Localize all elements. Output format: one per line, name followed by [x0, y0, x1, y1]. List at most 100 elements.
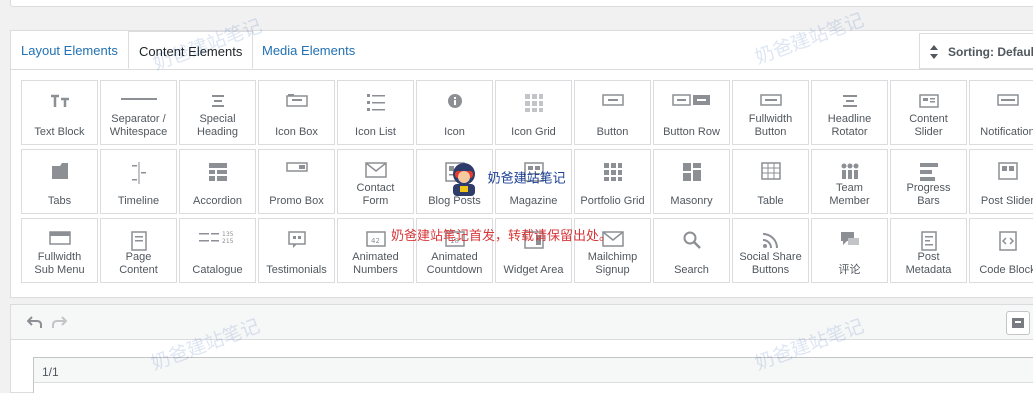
promo-box-icon — [259, 162, 334, 180]
element-tile[interactable]: Tabs — [21, 149, 98, 214]
element-tile[interactable]: Fullwidth Sub Menu — [21, 218, 98, 283]
notification-icon — [970, 93, 1033, 111]
element-tile[interactable]: Table — [732, 149, 809, 214]
fullwidth-button-icon — [733, 93, 808, 111]
tabs-icon — [22, 162, 97, 180]
element-tile[interactable]: Special Heading — [179, 80, 256, 145]
element-tile[interactable]: Promo Box — [258, 149, 335, 214]
envelope-icon — [338, 162, 413, 180]
element-tile-label: Mailchimp Signup — [587, 251, 638, 276]
top-panel-edge — [10, 0, 1033, 7]
element-tile[interactable]: Headline Rotator — [811, 80, 888, 145]
element-tile-label: Code Block — [979, 264, 1033, 276]
content-slider-icon — [891, 93, 966, 111]
icon-box-icon — [259, 93, 334, 111]
element-tile[interactable]: Text Block — [21, 80, 98, 145]
element-tile[interactable]: Timeline — [100, 149, 177, 214]
element-tile-label: 评论 — [838, 264, 861, 276]
builder-canvas: 1/1 — [10, 304, 1033, 393]
element-tile[interactable]: Icon Box — [258, 80, 335, 145]
column-1-1[interactable]: 1/1 — [33, 357, 1033, 393]
element-tile[interactable]: Post Metadata — [890, 218, 967, 283]
element-tile[interactable]: Separator / Whitespace — [100, 80, 177, 145]
progress-bars-icon — [891, 162, 966, 181]
element-tile-label: Accordion — [193, 195, 242, 207]
element-tile[interactable]: Icon Grid — [495, 80, 572, 145]
svg-text:42: 42 — [371, 237, 380, 245]
element-tile-label: Notification — [980, 126, 1033, 138]
comments-icon — [812, 231, 887, 249]
text-block-icon — [22, 93, 97, 111]
element-tile[interactable]: Testimonials — [258, 218, 335, 283]
element-tile-label: Contact Form — [356, 182, 395, 207]
element-tile[interactable]: Content Slider — [890, 80, 967, 145]
element-tile[interactable]: Button — [574, 80, 651, 145]
element-tile[interactable]: Icon List — [337, 80, 414, 145]
button-row-icon — [654, 93, 729, 111]
sorting-label: Sorting: Default — [948, 45, 1033, 59]
element-tile-label: Widget Area — [503, 264, 564, 276]
element-tile[interactable]: Fullwidth Button — [732, 80, 809, 145]
element-tile[interactable]: Code Block — [969, 218, 1033, 283]
element-tile[interactable]: Team Member — [811, 149, 888, 214]
masonry-icon — [654, 162, 729, 181]
editor-toolbar — [11, 305, 1033, 340]
element-tile-label: Content Slider — [909, 113, 948, 138]
element-tile-label: Promo Box — [269, 195, 324, 207]
element-tile[interactable]: Contact Form — [337, 149, 414, 214]
element-tile[interactable]: Page Content — [100, 218, 177, 283]
element-tile[interactable]: 135 215 Catalogue — [179, 218, 256, 283]
sorting-dropdown[interactable]: Sorting: Default — [919, 33, 1033, 69]
element-tile-label: Separator / Whitespace — [109, 113, 168, 138]
element-tile-label: Animated Numbers — [352, 251, 399, 276]
catalogue-icon: 135 215 — [180, 231, 255, 249]
column-size-label: 1/1 — [34, 358, 1033, 383]
element-tile[interactable]: Button Row — [653, 80, 730, 145]
tab-layout-elements[interactable]: Layout Elements — [21, 31, 118, 69]
element-tile-label: Timeline — [117, 195, 160, 207]
element-tile[interactable]: Progress Bars — [890, 149, 967, 214]
icon-grid-icon — [496, 93, 571, 112]
save-icon — [1012, 318, 1024, 328]
element-tile-label: Special Heading — [197, 113, 238, 138]
element-tile-label: Catalogue — [192, 264, 243, 276]
element-tile-label: Table — [757, 195, 784, 207]
template-save-button[interactable] — [1006, 311, 1030, 335]
element-tile-label: Page Content — [119, 251, 158, 276]
element-tile-label: Button — [596, 126, 629, 138]
element-tile-label: Fullwidth Button — [748, 113, 793, 138]
element-tile[interactable]: Masonry — [653, 149, 730, 214]
element-tile[interactable]: Search — [653, 218, 730, 283]
element-tabs: Layout Elements Content Elements Media E… — [11, 31, 1033, 70]
tab-media-elements[interactable]: Media Elements — [262, 31, 355, 69]
separator-icon — [101, 93, 176, 111]
element-tile[interactable]: Notification — [969, 80, 1033, 145]
element-tile-label: Post Metadata — [905, 251, 952, 276]
repost-notice: 奶爸建站笔记首发，转载请保留出处。 — [391, 228, 613, 243]
watermark-title-text: 奶爸建站笔记 — [487, 170, 566, 186]
testimonials-icon — [259, 231, 334, 249]
element-tile-label: Masonry — [670, 195, 713, 207]
undo-icon[interactable] — [27, 315, 43, 329]
robot-mascot-icon — [453, 163, 475, 196]
timeline-icon — [101, 162, 176, 184]
redo-icon[interactable] — [51, 315, 67, 329]
icon-list-icon — [338, 93, 413, 111]
element-tile[interactable]: Accordion — [179, 149, 256, 214]
element-tile[interactable]: Social Share Buttons — [732, 218, 809, 283]
search-icon — [654, 231, 729, 249]
special-heading-icon — [180, 93, 255, 111]
element-tile[interactable]: Post Slider — [969, 149, 1033, 214]
element-tile[interactable]: Portfolio Grid — [574, 149, 651, 214]
sub-menu-icon — [22, 231, 97, 249]
post-slider-icon — [970, 162, 1033, 180]
headline-rotator-icon — [812, 93, 887, 111]
table-icon — [733, 162, 808, 180]
element-tile[interactable]: 评论 — [811, 218, 888, 283]
tab-content-elements[interactable]: Content Elements — [128, 31, 254, 69]
element-tile-label: Post Slider — [980, 195, 1033, 207]
element-tile[interactable]: Icon — [416, 80, 493, 145]
element-tile-label: Team Member — [829, 182, 870, 207]
post-metadata-icon — [891, 231, 966, 251]
element-tile-label: Progress Bars — [906, 182, 951, 207]
